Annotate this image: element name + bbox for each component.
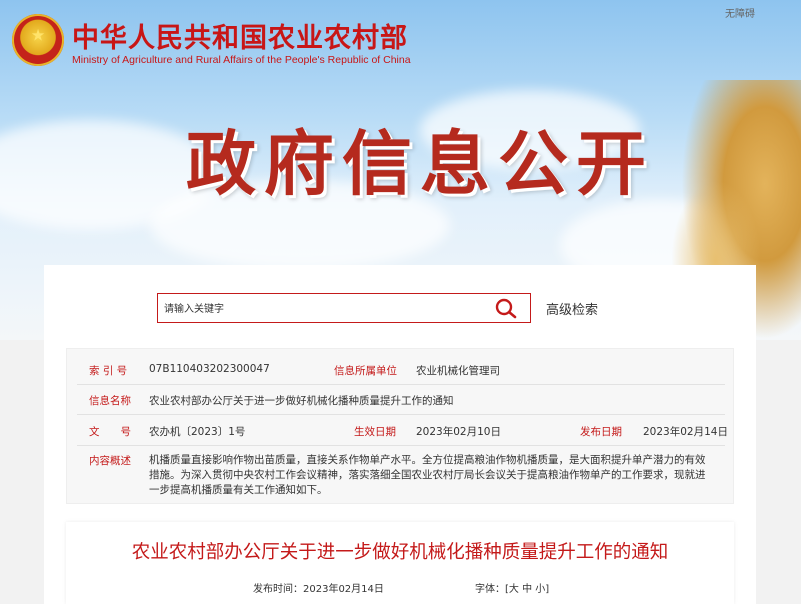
info-table: 索 引 号 07B110403202300047 信息所属单位 农业机械化管理司… <box>66 348 734 504</box>
article-card: 农业农村部办公厅关于进一步做好机械化播种质量提升工作的通知 发布时间：2023年… <box>66 522 734 604</box>
ministry-name-en[interactable]: Ministry of Agriculture and Rural Affair… <box>72 54 411 66</box>
font-medium-button[interactable]: 中 <box>522 584 532 595</box>
effective-date-label: 生效日期 <box>354 426 396 438</box>
issued-date-value: 2023年02月14日 <box>643 426 728 438</box>
row-divider <box>77 445 725 446</box>
search-box <box>157 293 531 323</box>
font-size-controls: 字体：[大 中 小] <box>475 580 549 595</box>
font-bracket-close: ] <box>545 584 550 595</box>
name-value: 农业农村部办公厅关于进一步做好机械化播种质量提升工作的通知 <box>149 395 454 407</box>
publish-label: 发布时间： <box>253 584 303 595</box>
summary-value: 机播质量直接影响作物出苗质量，直接关系作物单产水平。全方位提高粮油作物机播质量，… <box>149 454 706 496</box>
summary-label: 内容概述 <box>89 455 131 467</box>
row-divider <box>77 384 725 385</box>
font-label: 字体： <box>475 584 505 595</box>
accessibility-link[interactable]: 无障碍 <box>725 5 755 20</box>
star-icon: ★ <box>30 25 46 45</box>
index-label: 索 引 号 <box>89 365 128 377</box>
font-large-button[interactable]: 大 <box>509 584 519 595</box>
ministry-name-cn[interactable]: 中华人民共和国农业农村部 <box>72 16 408 55</box>
org-value: 农业机械化管理司 <box>416 365 500 377</box>
issued-date-label: 发布日期 <box>580 426 622 438</box>
font-small-button[interactable]: 小 <box>535 584 545 595</box>
publish-value: 2023年02月14日 <box>303 584 384 595</box>
search-icon[interactable] <box>494 297 518 319</box>
publish-time: 发布时间：2023年02月14日 <box>253 580 384 595</box>
org-label: 信息所属单位 <box>334 365 397 377</box>
doc-number-value: 农办机〔2023〕1号 <box>149 426 246 438</box>
name-label: 信息名称 <box>89 395 131 407</box>
advanced-search-link[interactable]: 高级检索 <box>546 299 598 318</box>
page-title: 政府信息公开 <box>186 122 654 205</box>
doc-number-label: 文 号 <box>89 426 131 438</box>
search-input[interactable] <box>162 299 446 319</box>
row-divider <box>77 414 725 415</box>
national-emblem-icon[interactable]: ★ <box>12 14 64 66</box>
index-value: 07B110403202300047 <box>149 363 270 375</box>
article-title: 农业农村部办公厅关于进一步做好机械化播种质量提升工作的通知 <box>131 542 669 563</box>
effective-date-value: 2023年02月10日 <box>416 426 501 438</box>
